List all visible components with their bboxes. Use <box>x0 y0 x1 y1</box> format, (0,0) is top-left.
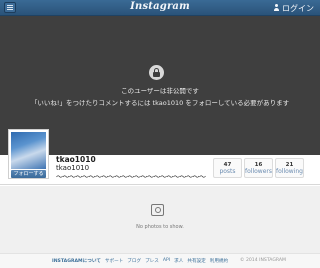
stat-followers[interactable]: 16 followers <box>244 158 273 178</box>
copyright: © 2014 INSTAGRAM <box>239 258 286 263</box>
private-title: このユーザーは非公開です <box>121 87 199 95</box>
profile-bio: 〜〜〜〜〜〜〜〜〜〜〜〜〜〜〜〜〜〜〜〜〜〜〜 <box>56 173 206 181</box>
profile-full-name: tkao1010 <box>56 164 90 172</box>
footer-link-jobs[interactable]: 求人 <box>174 258 183 264</box>
footer-link-press[interactable]: プレス <box>145 258 159 264</box>
stat-following-label: following <box>276 168 303 175</box>
private-message: 「いいね!」をつけたりコメントするには tkao1010 をフォローしている必要… <box>30 99 290 107</box>
footer-link-api[interactable]: API <box>163 258 170 264</box>
stat-posts-label: posts <box>219 168 236 175</box>
photos-area <box>0 186 320 253</box>
stat-followers-label: followers <box>245 168 272 175</box>
instagram-logo[interactable]: Instagram <box>0 1 320 12</box>
profile-picture <box>11 132 46 169</box>
stat-following[interactable]: 21 following <box>275 158 304 178</box>
footer-link-support[interactable]: サポート <box>105 258 123 264</box>
footer-link-about[interactable]: INSTAGRAMについて <box>52 258 101 264</box>
no-photos-text: No photos to show. <box>136 224 184 230</box>
footer-links: INSTAGRAMについて サポート ブログ プレス API 求人 共有設定 利… <box>52 258 228 264</box>
login-label: ログイン <box>282 3 314 13</box>
footer: INSTAGRAMについて サポート ブログ プレス API 求人 共有設定 利… <box>0 253 320 268</box>
follow-button[interactable]: フォローする <box>11 170 46 178</box>
profile-username: tkao1010 <box>56 155 96 164</box>
footer-link-blog[interactable]: ブログ <box>127 258 141 264</box>
top-bar: Instagram ログイン <box>0 0 320 16</box>
lock-icon <box>149 65 164 80</box>
login-button[interactable]: ログイン <box>273 2 314 14</box>
footer-link-privacy[interactable]: 共有設定 <box>187 258 205 264</box>
stat-posts[interactable]: 47 posts <box>213 158 242 178</box>
avatar: フォローする <box>8 129 49 179</box>
camera-icon <box>151 204 164 216</box>
user-icon <box>273 4 280 12</box>
footer-link-terms[interactable]: 利用規約 <box>210 258 228 264</box>
